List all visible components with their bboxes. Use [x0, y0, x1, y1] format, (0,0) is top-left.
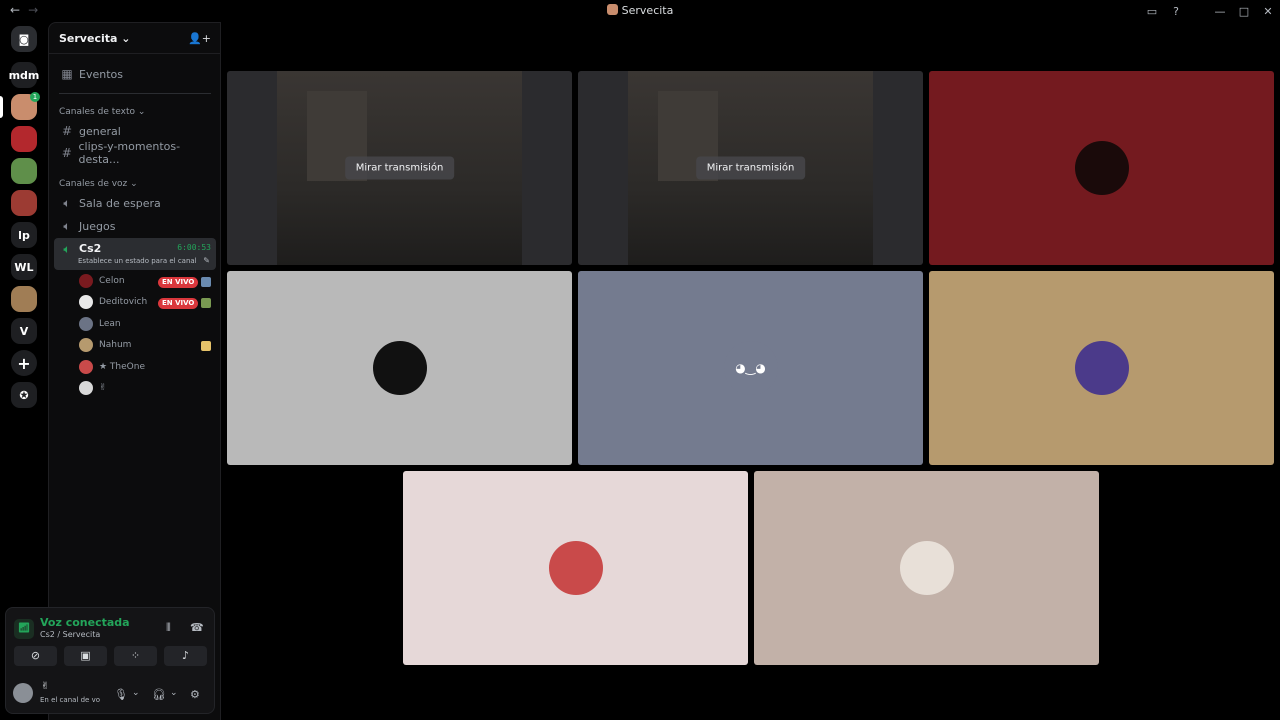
help-icon[interactable]: ?: [1164, 5, 1188, 18]
voice-connected-label[interactable]: Voz conectada: [40, 616, 130, 629]
server-icon[interactable]: WL: [11, 254, 37, 280]
participant-tile[interactable]: [929, 271, 1274, 465]
channel-juegos[interactable]: 🔈︎ Juegos: [54, 215, 216, 237]
participant-avatar: [548, 541, 603, 595]
window-controls: ▭ ? — □ ✕: [1140, 0, 1280, 22]
server-header[interactable]: Servecita ⌄ 👤+: [49, 23, 221, 54]
chevron-down-icon[interactable]: ⌄: [170, 688, 178, 698]
compass-icon[interactable]: ✪: [11, 382, 37, 408]
stream-tile[interactable]: Mirar transmisión: [227, 71, 572, 265]
gear-icon[interactable]: ⚙: [190, 688, 200, 701]
speaker-icon: 🔈︎: [63, 242, 71, 256]
watch-stream-button[interactable]: Mirar transmisión: [344, 156, 455, 180]
screen-share-button[interactable]: ▣: [64, 646, 107, 666]
server-icon[interactable]: mdm: [9, 62, 39, 88]
server-name[interactable]: Servecita ⌄: [59, 32, 130, 45]
server-icon[interactable]: [11, 190, 37, 216]
avatar: [79, 381, 93, 395]
avatar: [79, 274, 93, 288]
speaker-icon: 🔈︎: [63, 218, 71, 233]
stream-tile[interactable]: Mirar transmisión: [578, 71, 923, 265]
divider: [59, 93, 211, 94]
camera-off-button[interactable]: ⊘: [14, 646, 57, 666]
participant-tile[interactable]: [754, 471, 1099, 665]
hash-icon: #: [61, 146, 72, 160]
server-icon[interactable]: +: [11, 350, 37, 376]
noise-suppression-icon[interactable]: ⦀: [166, 621, 171, 635]
active-server-indicator: [0, 96, 3, 118]
events-item[interactable]: ▦ Eventos: [54, 63, 216, 85]
hash-icon: #: [61, 124, 73, 138]
soundboard-button[interactable]: ♪: [164, 646, 207, 666]
call-timer: 6:00:53: [177, 243, 211, 252]
server-icon[interactable]: [11, 126, 37, 152]
server-icon[interactable]: [11, 286, 37, 312]
discord-icon: ◕‿◕: [723, 341, 778, 395]
participant-tile[interactable]: [227, 271, 572, 465]
microphone-icon[interactable]: 🎙︎: [114, 688, 128, 701]
user-name[interactable]: ✌: [41, 681, 49, 692]
game-activity-icon: [201, 298, 211, 308]
disconnect-icon[interactable]: ☎: [190, 621, 204, 634]
chevron-down-icon[interactable]: ⌄: [132, 688, 140, 698]
screen-share-icon: [201, 277, 211, 287]
live-badge: EN VIVO: [158, 298, 199, 309]
signal-icon[interactable]: 📶︎: [14, 619, 34, 639]
server-icon[interactable]: V: [11, 318, 37, 344]
avatar: [79, 360, 93, 374]
server-thumb-icon: [606, 4, 618, 15]
watch-stream-button[interactable]: Mirar transmisión: [695, 156, 806, 180]
live-badge: EN VIVO: [158, 277, 199, 288]
window-title: Servecita: [0, 4, 1280, 17]
participant-tile[interactable]: [929, 71, 1274, 265]
notification-badge: 1: [30, 92, 40, 102]
discord-home-icon[interactable]: ◙: [11, 26, 37, 52]
minimize-button[interactable]: —: [1208, 5, 1232, 18]
channel-general[interactable]: # general: [54, 120, 216, 142]
server-icon[interactable]: lp: [11, 222, 37, 248]
headphones-icon[interactable]: 🎧︎: [152, 688, 166, 701]
avatar: [79, 338, 93, 352]
participant-tile[interactable]: ◕‿◕: [578, 271, 923, 465]
participant-avatar: [1074, 141, 1129, 195]
user-avatar[interactable]: [13, 683, 33, 703]
user-status: En el canal de voz: [40, 696, 100, 704]
close-button[interactable]: ✕: [1256, 5, 1280, 18]
title-bar: ← → Servecita ▭ ? — □ ✕: [0, 0, 1280, 22]
activities-button[interactable]: ⁘: [114, 646, 157, 666]
participant-avatar: [372, 341, 427, 395]
channel-status[interactable]: Establece un estado para el canal: [78, 257, 197, 265]
channel-sala-de-espera[interactable]: 🔈︎ Sala de espera: [54, 192, 216, 214]
participant-avatar: [1074, 341, 1129, 395]
voice-channel-path[interactable]: Cs2 / Servecita: [40, 630, 100, 639]
voice-stage: Mirar transmisión Mirar transmisión ◕‿◕: [221, 22, 1280, 720]
voice-connection-panel: 📶︎ Voz conectada Cs2 / Servecita ⦀ ☎ ⊘ ▣…: [5, 607, 215, 714]
speaker-icon: 🔈︎: [63, 195, 71, 210]
participant-tile[interactable]: [403, 471, 748, 665]
channel-cs2[interactable]: 🔈︎ Cs2 6:00:53 Establece un estado para …: [54, 238, 216, 270]
avatar: [79, 317, 93, 331]
add-member-icon[interactable]: 👤+: [188, 32, 211, 45]
activity-icon: [201, 341, 211, 351]
inbox-icon[interactable]: ▭: [1140, 5, 1164, 18]
participant-avatar: [899, 541, 954, 595]
maximize-button[interactable]: □: [1232, 5, 1256, 18]
pencil-icon[interactable]: ✎: [203, 256, 210, 265]
avatar: [79, 295, 93, 309]
category-voice-channels[interactable]: Canales de voz ⌄: [59, 179, 138, 189]
channel-clips[interactable]: # clips-y-momentos-desta...: [54, 140, 216, 166]
server-icon[interactable]: [11, 158, 37, 184]
calendar-icon: ▦: [61, 67, 73, 81]
category-text-channels[interactable]: Canales de texto ⌄: [59, 107, 145, 117]
